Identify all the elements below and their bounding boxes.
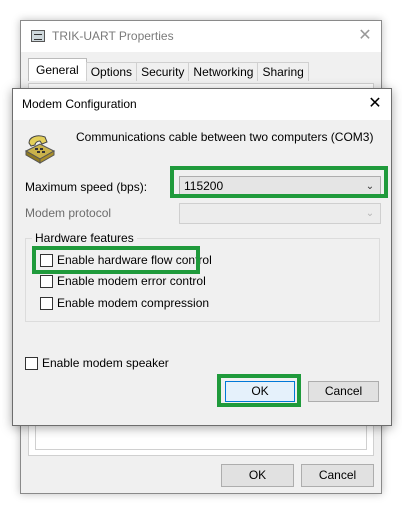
modem-titlebar: Modem Configuration ✕ [13, 89, 391, 120]
tab-security[interactable]: Security [136, 62, 190, 81]
tab-networking[interactable]: Networking [188, 62, 259, 81]
modem-configuration-dialog: Modem Configuration ✕ Communications cab… [12, 88, 392, 426]
tab-options[interactable]: Options [85, 62, 138, 81]
network-connection-icon [31, 30, 45, 42]
modem-device-name: Communications cable between two compute… [76, 130, 374, 144]
properties-ok-button[interactable]: OK [221, 464, 294, 487]
modem-error-control-checkbox[interactable] [40, 274, 53, 288]
modem-speaker-checkbox[interactable] [25, 356, 38, 370]
tab-general[interactable]: General [28, 58, 87, 81]
ok-button-highlight [217, 374, 301, 407]
modem-dialog-title: Modem Configuration [22, 97, 137, 111]
modem-protocol-dropdown: ⌄ [179, 203, 381, 224]
tab-sharing[interactable]: Sharing [257, 62, 309, 81]
modem-compression-option[interactable]: Enable modem compression [40, 296, 209, 310]
properties-title: TRIK-UART Properties [52, 29, 174, 43]
modem-speaker-option[interactable]: Enable modem speaker [25, 356, 169, 370]
max-speed-label: Maximum speed (bps): [25, 180, 148, 194]
modem-error-control-label: Enable modem error control [57, 274, 206, 288]
properties-cancel-button[interactable]: Cancel [301, 464, 374, 487]
properties-tab-strip: General Options Security Networking Shar… [28, 58, 309, 81]
modem-protocol-label: Modem protocol [25, 206, 112, 220]
modem-error-control-option[interactable]: Enable modem error control [40, 274, 206, 288]
properties-titlebar: TRIK-UART Properties ✕ [21, 21, 381, 52]
properties-close-icon[interactable]: ✕ [355, 26, 375, 46]
hardware-features-legend: Hardware features [32, 231, 137, 245]
hardware-flow-control-highlight [32, 246, 200, 274]
telephone-modem-icon [24, 135, 56, 164]
modem-compression-checkbox[interactable] [40, 296, 53, 310]
modem-compression-label: Enable modem compression [57, 296, 210, 310]
chevron-down-icon: ⌄ [365, 208, 375, 219]
modem-cancel-button[interactable]: Cancel [308, 381, 379, 402]
modem-close-icon[interactable]: ✕ [365, 94, 385, 114]
modem-speaker-label: Enable modem speaker [42, 356, 169, 370]
max-speed-highlight [170, 166, 388, 198]
